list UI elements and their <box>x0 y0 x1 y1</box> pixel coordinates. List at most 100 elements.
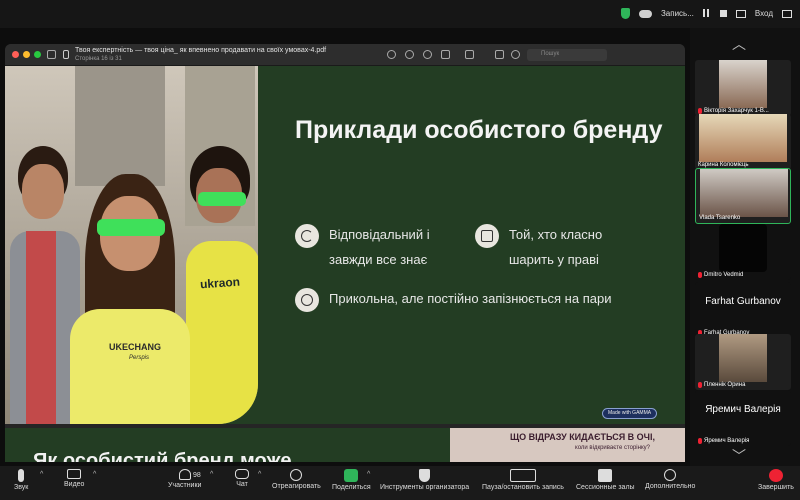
sidebar-toggle-icon[interactable] <box>47 50 56 59</box>
participant-big-name-7: Яремич Валерія <box>705 404 781 415</box>
host-tools-label: Инструменты организатора <box>380 484 470 491</box>
share-button[interactable]: Поделиться <box>332 469 371 491</box>
mic-off-icon <box>698 438 702 444</box>
video-options-chevron-icon[interactable]: ^ <box>93 471 96 478</box>
zoom-in-icon[interactable] <box>423 50 432 59</box>
zoom-window: Запись... Вход Твоя експертність — твоя … <box>0 0 800 500</box>
participant-video-3 <box>700 169 788 217</box>
view-label[interactable]: Вход <box>755 9 773 18</box>
participant-name-7: Яремич Валерія <box>698 438 749 444</box>
pause-recording-button[interactable]: Пауза/остановить запись <box>482 469 564 491</box>
chat-button[interactable]: Чат <box>235 469 249 488</box>
mic-off-icon <box>698 272 702 278</box>
next-slide-title: Як особистий бренд може <box>33 450 292 462</box>
mic-off-icon <box>698 382 702 388</box>
participant-name-4: Dmitro Vedmid <box>698 272 743 278</box>
markup-pen-icon[interactable] <box>465 50 474 59</box>
more-label: Дополнительно <box>645 483 696 490</box>
share-screen-icon <box>344 469 359 482</box>
bullet-1-text: Відповідальний і завжди все знає <box>329 227 430 267</box>
more-dots-icon <box>664 469 677 481</box>
video-button[interactable]: Видео <box>64 469 84 488</box>
chevron-down-icon[interactable]: ﹀ <box>732 446 746 466</box>
close-icon <box>768 469 783 482</box>
chat-icon <box>235 469 249 479</box>
shirt-text-right: ukraon <box>199 274 241 292</box>
share-doc-icon[interactable] <box>441 50 450 59</box>
book-icon <box>475 224 499 248</box>
close-window-button[interactable] <box>12 51 19 58</box>
zoom-out-icon[interactable] <box>405 50 414 59</box>
react-button[interactable]: Отреагировать <box>272 469 321 490</box>
camera-icon <box>67 469 82 479</box>
shirt-text-center: UKECHANG <box>109 342 162 352</box>
audio-button[interactable]: Звук <box>14 469 28 491</box>
annotate-icon[interactable] <box>511 50 520 59</box>
host-tools-button[interactable]: Инструменты организатора <box>380 469 469 491</box>
host-shield-icon <box>419 469 431 482</box>
participants-options-chevron-icon[interactable]: ^ <box>210 471 213 478</box>
share-label: Поделиться <box>332 484 371 491</box>
end-meeting-button[interactable]: Завершить <box>758 469 794 491</box>
clock-icon <box>295 224 319 248</box>
audio-label: Звук <box>14 484 29 491</box>
pause-recording-label: Пауза/остановить запись <box>482 484 564 491</box>
participant-video-4 <box>719 224 767 272</box>
participant-tile-6[interactable]: Пленнік Орина <box>695 334 791 390</box>
react-label: Отреагировать <box>272 483 321 490</box>
audio-options-chevron-icon[interactable]: ^ <box>40 471 43 478</box>
participant-tile-4[interactable]: Dmitro Vedmid <box>695 224 791 280</box>
pdf-page-indicator: Сторінка 16 із 31 <box>75 56 122 62</box>
search-input[interactable]: Пошук <box>527 49 607 61</box>
breakout-grid-icon <box>598 469 613 482</box>
participant-video-6 <box>719 334 767 382</box>
gamma-badge[interactable]: Made with GAMMA <box>602 408 658 419</box>
person-center: UKECHANG Perspis <box>65 174 195 424</box>
people-icon <box>178 469 191 480</box>
participant-big-name-5: Farhat Gurbanov <box>705 296 781 307</box>
top-bar-right: Запись... Вход <box>620 8 792 19</box>
info-icon[interactable] <box>387 50 396 59</box>
participant-tile-7[interactable]: Яремич Валерія Яремич Валерія <box>695 390 791 446</box>
stop-recording-icon[interactable] <box>719 10 727 17</box>
breakout-rooms-button[interactable]: Сессионные залы <box>576 469 635 491</box>
next-slide-question: ЩО ВІДРАЗУ КИДАЄТЬСЯ В ОЧІ, <box>510 432 656 442</box>
slide-title: Приклади особистого бренду <box>295 116 663 144</box>
gauge-icon <box>295 288 319 312</box>
bullet-1: Відповідальний і завжди все знає <box>295 222 445 272</box>
video-label: Видео <box>64 481 85 488</box>
gallery-view-icon[interactable] <box>735 9 746 18</box>
bullet-3-text: Прикольна, але постійно запізнюється на … <box>329 291 612 306</box>
fullscreen-icon[interactable] <box>782 9 792 18</box>
participant-tile-5[interactable]: Farhat Gurbanov Farhat Gurbanov <box>695 282 791 338</box>
participant-tile-3[interactable]: Vlada Tsarenko <box>695 168 791 224</box>
mic-icon <box>18 469 25 482</box>
minimize-window-button[interactable] <box>23 51 30 58</box>
bullet-3: Прикольна, але постійно запізнюється на … <box>295 286 625 312</box>
chat-options-chevron-icon[interactable]: ^ <box>258 471 261 478</box>
participant-name-6: Пленнік Орина <box>698 382 745 388</box>
meeting-toolbar: Звук ^ Видео ^ Участники 98 ^ Чат ^ Отре… <box>0 466 800 500</box>
bullet-2: Той, хто класно шарить у праві <box>475 222 625 272</box>
document-icon <box>63 50 69 59</box>
participant-tile-1[interactable]: Вікторія Захарчук 1-В... <box>695 60 791 116</box>
shield-icon[interactable] <box>620 8 630 19</box>
breakout-label: Сессионные залы <box>576 484 635 491</box>
participant-video-1 <box>719 60 767 108</box>
crop-icon[interactable] <box>495 50 504 59</box>
recording-label: Запись... <box>660 9 694 18</box>
pause-stop-icon <box>509 469 536 482</box>
cloud-icon <box>638 9 652 18</box>
participants-count: 98 <box>193 472 201 479</box>
share-options-chevron-icon[interactable]: ^ <box>367 471 370 478</box>
participant-tile-2[interactable]: Карина Коломієць <box>695 114 791 170</box>
more-button[interactable]: Дополнительно <box>645 469 695 490</box>
pause-recording-icon[interactable] <box>702 8 711 19</box>
top-bar: Запись... Вход <box>0 0 800 28</box>
building-background <box>75 66 165 186</box>
participants-label: Участники <box>168 482 202 489</box>
maximize-window-button[interactable] <box>34 51 41 58</box>
chevron-up-icon[interactable]: ︿ <box>732 34 746 54</box>
pdf-viewer-window: Твоя експертність — твоя ціна_ як впевне… <box>5 44 685 462</box>
participant-name-3: Vlada Tsarenko <box>699 215 741 221</box>
